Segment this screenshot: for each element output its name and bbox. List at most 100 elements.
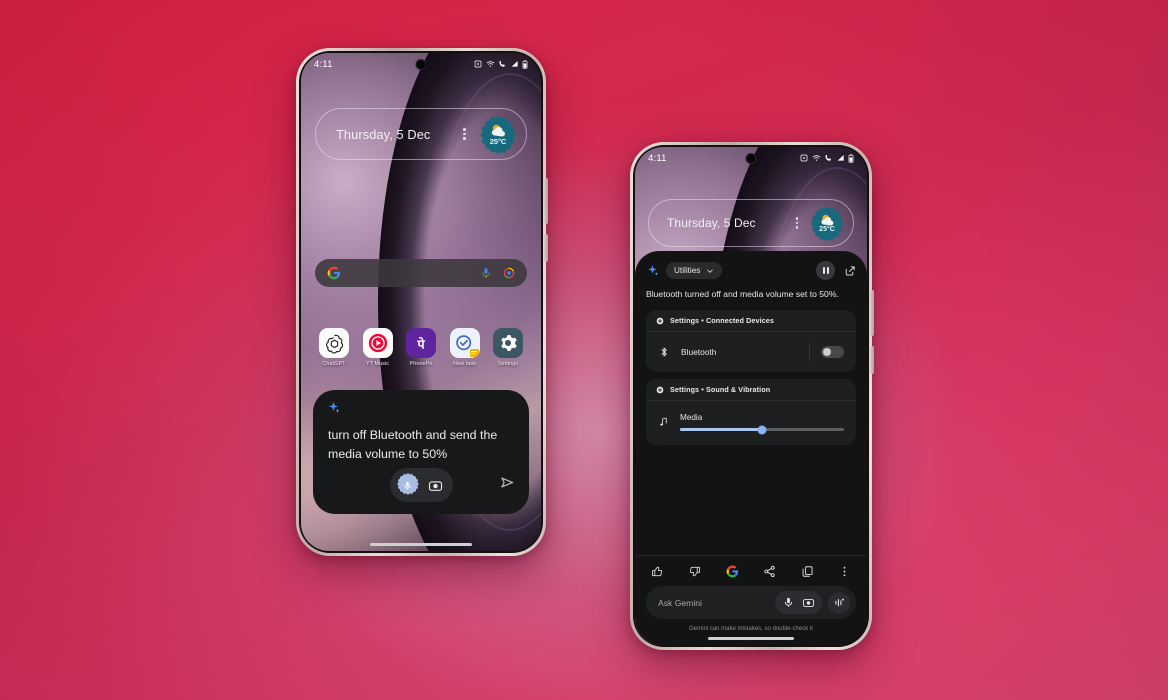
gesture-nav-bar-right[interactable]	[708, 637, 794, 640]
settings-dot-icon	[656, 386, 664, 394]
prompt-input-pill[interactable]	[389, 468, 453, 502]
pause-icon[interactable]	[816, 261, 835, 280]
front-camera-punchhole-right	[745, 153, 757, 164]
call-icon	[499, 61, 505, 67]
thumb-up-icon[interactable]	[651, 565, 664, 578]
phone-right-screen: 4:11 Thursday, 5 Dec 25°C Utilities Blue…	[635, 147, 867, 645]
app-label: Settings	[497, 361, 519, 367]
card-body: Bluetooth	[646, 332, 856, 372]
camera-icon[interactable]	[428, 478, 443, 493]
wifi-icon	[486, 61, 494, 67]
wifi-icon	[812, 155, 820, 161]
more-vert-icon[interactable]	[838, 565, 851, 578]
bluetooth-toggle[interactable]	[821, 346, 844, 359]
status-icons-right	[800, 153, 854, 163]
settings-dot-icon	[656, 317, 664, 325]
date-weather-widget-right[interactable]: Thursday, 5 Dec 25°C	[648, 199, 854, 247]
mic-icon[interactable]	[395, 472, 421, 498]
more-vert-icon[interactable]	[795, 217, 798, 229]
alarm-icon	[474, 60, 482, 68]
bluetooth-icon	[661, 347, 667, 357]
phone-right-power-button[interactable]	[870, 346, 874, 374]
phone-right: 4:11 Thursday, 5 Dec 25°C Utilities Blue…	[630, 142, 874, 650]
widget-date-right: Thursday, 5 Dec	[667, 216, 756, 230]
phone-right-volume-button[interactable]	[870, 290, 874, 336]
app-new-task[interactable]: New task	[445, 328, 485, 367]
app-settings[interactable]: Settings	[488, 328, 528, 367]
phonepe-icon: पे	[406, 328, 436, 358]
card-sound-vibration[interactable]: Settings • Sound & Vibration Media	[646, 379, 856, 446]
card-header-label: Settings • Sound & Vibration	[670, 385, 771, 395]
ask-gemini-placeholder: Ask Gemini	[658, 597, 702, 608]
card-body: Media	[646, 401, 856, 445]
media-volume-slider[interactable]	[680, 425, 844, 435]
app-phonepe[interactable]: पे PhonePe	[401, 328, 441, 367]
phone-left-power-button[interactable]	[544, 234, 548, 262]
mic-icon[interactable]	[780, 594, 797, 611]
lens-icon[interactable]	[503, 267, 515, 279]
card-header-label: Settings • Connected Devices	[670, 316, 774, 326]
signal-icon	[511, 61, 518, 67]
media-slider-label: Media	[680, 413, 703, 423]
phone-left-screen: 4:11 Thursday, 5 Dec 25°C ChatGPT YT Mus…	[301, 53, 541, 551]
google-g-icon	[327, 266, 341, 280]
gemini-overlay-panel: Utilities Bluetooth turned off and media…	[635, 251, 867, 645]
svg-text:पे: पे	[416, 336, 425, 351]
battery-icon	[522, 59, 528, 69]
slider-fill	[680, 428, 762, 432]
chevron-down-icon	[707, 269, 714, 273]
app-label: PhonePe	[409, 361, 433, 367]
alarm-icon	[800, 154, 808, 162]
app-dock-left: ChatGPT YT Music पे PhonePe New task Set…	[314, 328, 528, 367]
app-label: ChatGPT	[322, 361, 346, 367]
waveform-icon[interactable]	[828, 591, 850, 614]
media-volume-control: Media	[680, 413, 844, 435]
send-icon[interactable]	[500, 475, 515, 495]
camera-icon[interactable]	[800, 594, 817, 611]
gesture-nav-bar-left[interactable]	[370, 543, 472, 546]
weather-temperature-right: 25°C	[819, 226, 835, 233]
google-g-icon[interactable]	[726, 565, 739, 578]
card-header: Settings • Sound & Vibration	[646, 379, 856, 402]
gemini-context-chip[interactable]: Utilities	[666, 262, 723, 279]
front-camera-punchhole-left	[415, 59, 427, 70]
phone-left: 4:11 Thursday, 5 Dec 25°C ChatGPT YT Mus…	[296, 48, 548, 556]
thumb-down-icon[interactable]	[688, 565, 701, 578]
more-vert-icon[interactable]	[463, 128, 466, 140]
mic-icon[interactable]	[480, 267, 492, 279]
prompt-text: turn off Bluetooth and send the media vo…	[328, 428, 498, 461]
google-search-bar-left[interactable]	[315, 259, 527, 287]
open-in-new-icon[interactable]	[844, 265, 856, 277]
status-icons-left	[474, 59, 528, 69]
row-divider	[809, 343, 810, 362]
gemini-prompt-card[interactable]: turn off Bluetooth and send the media vo…	[313, 390, 529, 514]
weather-widget-left[interactable]: 25°C	[475, 111, 521, 157]
app-yt-music[interactable]: YT Music	[358, 328, 398, 367]
status-time-left: 4:11	[314, 58, 333, 70]
gemini-answer-text: Bluetooth turned off and media volume se…	[646, 289, 839, 299]
share-icon[interactable]	[763, 565, 776, 578]
music-note-icon	[660, 417, 667, 426]
gemini-result-cards: Settings • Connected Devices Bluetooth S…	[635, 301, 867, 446]
settings-gear-icon	[493, 328, 523, 358]
weather-widget-right[interactable]: 25°C	[806, 202, 848, 244]
app-chatgpt[interactable]: ChatGPT	[314, 328, 354, 367]
chatgpt-icon	[319, 328, 349, 358]
input-media-pill	[775, 591, 822, 614]
app-label: YT Music	[365, 361, 390, 367]
date-weather-widget-left[interactable]: Thursday, 5 Dec 25°C	[315, 108, 527, 160]
new-task-badge	[469, 349, 479, 357]
card-header: Settings • Connected Devices	[646, 310, 856, 333]
gemini-panel-controls	[816, 261, 856, 280]
gemini-spark-icon	[646, 264, 659, 277]
gemini-disclaimer: Gemini can make mistakes, so double-chec…	[689, 626, 813, 632]
gemini-chip-label: Utilities	[674, 266, 701, 275]
slider-knob[interactable]	[757, 425, 767, 435]
weather-temperature-left: 25°C	[489, 136, 507, 146]
battery-icon	[848, 153, 854, 163]
card-connected-devices[interactable]: Settings • Connected Devices Bluetooth	[646, 310, 856, 373]
phone-left-volume-button[interactable]	[544, 178, 548, 224]
copy-icon[interactable]	[801, 565, 814, 578]
call-icon	[825, 155, 831, 161]
ask-gemini-input-bar[interactable]: Ask Gemini	[646, 586, 856, 619]
